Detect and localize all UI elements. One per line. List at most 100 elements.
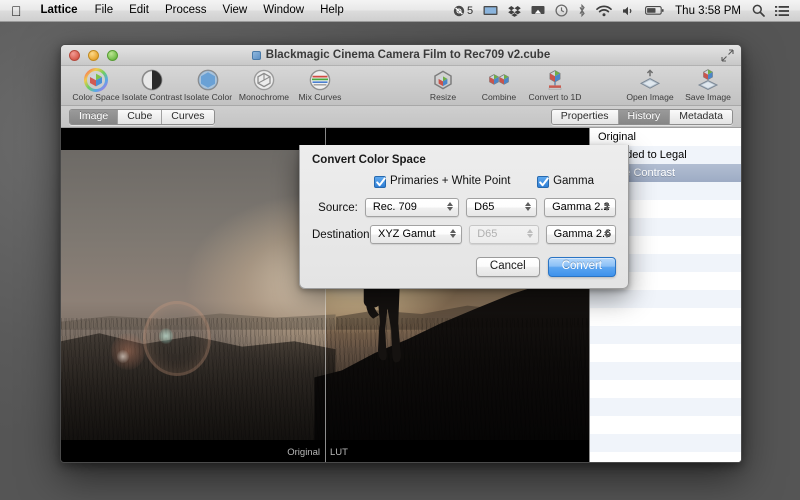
checkbox-gamma[interactable]: Gamma [537, 176, 616, 188]
apple-logo-icon[interactable]:  [0, 0, 32, 21]
destination-gamma-select[interactable]: Gamma 2.6 [545, 225, 616, 244]
dropzone-icon[interactable]: 5 [448, 0, 478, 21]
dialog-checkbox-row: Primaries + White Point Gamma [312, 176, 616, 188]
toolbar-button-open-image[interactable]: Open Image [623, 66, 677, 102]
battery-icon[interactable] [640, 0, 669, 21]
rgb-curves-icon [309, 69, 331, 91]
list-row-empty[interactable] [590, 416, 741, 434]
list-row-empty[interactable] [590, 362, 741, 380]
minimize-button[interactable] [88, 49, 99, 61]
resize-cube-icon [434, 70, 452, 90]
toolbar-label: Combine [481, 92, 517, 102]
tab-history[interactable]: History [618, 109, 671, 124]
open-image-icon [639, 69, 661, 89]
destination-white-point-select: D65 [469, 225, 539, 244]
toolbar-label: Save Image [685, 92, 731, 102]
stepper-arrows-icon [526, 229, 533, 238]
list-row-empty[interactable] [590, 398, 741, 416]
search-icon[interactable] [747, 0, 770, 21]
view-mode-tabs: Image Cube Curves [69, 108, 215, 125]
toolbar-button-mix-curves[interactable]: Mix Curves [293, 66, 347, 102]
contrast-circle-icon [141, 69, 163, 91]
destination-gamut-select[interactable]: XYZ Gamut [370, 225, 463, 244]
toolbar-group-left: Color Space Isolate Contrast Isolate Col… [61, 66, 347, 105]
toolbar-button-isolate-contrast[interactable]: Isolate Contrast [121, 66, 183, 102]
document-proxy-icon [251, 50, 261, 60]
toolbar-group-center: Resize Combine Convert to 1D [416, 66, 582, 105]
list-item[interactable]: Original [590, 128, 741, 146]
list-row-empty[interactable] [590, 290, 741, 308]
select-value: D65 [474, 201, 495, 213]
toolbar-button-resize[interactable]: Resize [416, 66, 470, 102]
toolbar-label: Monochrome [238, 92, 290, 102]
list-row-empty[interactable] [590, 434, 741, 452]
list-row-empty[interactable] [590, 452, 741, 462]
toolbar-button-color-space[interactable]: Color Space [69, 66, 123, 102]
tab-curves[interactable]: Curves [162, 109, 214, 124]
toolbar-button-isolate-color[interactable]: Isolate Color [181, 66, 235, 102]
tab-metadata[interactable]: Metadata [670, 109, 732, 124]
source-gamma-select[interactable]: Gamma 2.2 [544, 198, 616, 217]
toolbar-button-convert-to-1d[interactable]: Convert to 1D [528, 66, 582, 102]
menu-bar-clock[interactable]: Thu 3:58 PM [669, 0, 747, 21]
menu-bar-left:  Lattice File Edit Process View Window … [0, 0, 352, 21]
window-title-bar[interactable]: Blackmagic Cinema Camera Film to Rec709 … [61, 45, 741, 66]
fullscreen-arrows-icon[interactable] [721, 49, 734, 62]
volume-icon[interactable] [617, 0, 640, 21]
list-row-empty[interactable] [590, 308, 741, 326]
tab-image[interactable]: Image [70, 109, 119, 124]
toolbar-button-monochrome[interactable]: Monochrome [237, 66, 291, 102]
list-row-empty[interactable] [590, 344, 741, 362]
dropbox-icon[interactable] [503, 0, 526, 21]
list-icon[interactable] [770, 0, 794, 21]
select-value: D65 [477, 228, 498, 240]
tab-properties[interactable]: Properties [551, 109, 619, 124]
convert-button[interactable]: Convert [547, 257, 616, 277]
checkbox-primaries-white-point[interactable]: Primaries + White Point [374, 176, 510, 188]
close-button[interactable] [69, 49, 80, 61]
source-gamut-select[interactable]: Rec. 709 [364, 198, 460, 217]
menu-item-view[interactable]: View [214, 0, 255, 21]
tab-strip: Image Cube Curves Properties History Met… [61, 106, 741, 128]
toolbar-label: Isolate Color [183, 92, 233, 102]
lens-flare-ring [142, 300, 212, 377]
combine-cubes-icon [489, 74, 509, 85]
page-title: Blackmagic Cinema Camera Film to Rec709 … [265, 49, 551, 61]
menu-item-file[interactable]: File [87, 0, 122, 21]
destination-row: Destination: XYZ Gamut D65 Gamma 2.6 [312, 225, 616, 244]
tab-cube[interactable]: Cube [118, 109, 163, 124]
menu-item-edit[interactable]: Edit [121, 0, 157, 21]
time-machine-icon[interactable] [550, 0, 573, 21]
airplay-icon[interactable] [526, 0, 550, 21]
toolbar-label: Isolate Contrast [121, 92, 183, 102]
source-white-point-select[interactable]: D65 [466, 198, 538, 217]
menu-item-app-name[interactable]: Lattice [32, 0, 87, 21]
color-sphere-icon [197, 69, 219, 91]
select-value: Gamma 2.2 [552, 201, 610, 213]
display-icon[interactable] [478, 0, 503, 21]
menu-item-process[interactable]: Process [157, 0, 215, 21]
cancel-button[interactable]: Cancel [475, 257, 540, 277]
list-row-empty[interactable] [590, 380, 741, 398]
toolbar-button-save-image[interactable]: Save Image [681, 66, 735, 102]
window-toolbar: Color Space Isolate Contrast Isolate Col… [61, 66, 741, 106]
select-value: Gamma 2.6 [553, 228, 612, 240]
stepper-arrows-icon [525, 202, 532, 211]
menu-item-window[interactable]: Window [255, 0, 312, 21]
color-wheel-cube-icon [84, 68, 108, 92]
desktop:  Lattice File Edit Process View Window … [0, 0, 800, 500]
inspector-tabs: Properties History Metadata [550, 108, 733, 125]
checkbox-label: Primaries + White Point [390, 175, 511, 188]
bluetooth-icon[interactable] [573, 0, 591, 21]
list-row-empty[interactable] [590, 326, 741, 344]
menu-item-help[interactable]: Help [312, 0, 352, 21]
stepper-arrows-icon [604, 229, 610, 238]
window-traffic-lights [61, 49, 118, 61]
source-label: Source: [318, 201, 358, 214]
stepper-arrows-icon [450, 229, 457, 238]
toolbar-button-combine[interactable]: Combine [472, 66, 526, 102]
menu-bar:  Lattice File Edit Process View Window … [0, 0, 800, 22]
zoom-button[interactable] [107, 49, 118, 61]
checkbox-label: Gamma [553, 175, 594, 188]
wifi-icon[interactable] [591, 0, 617, 21]
